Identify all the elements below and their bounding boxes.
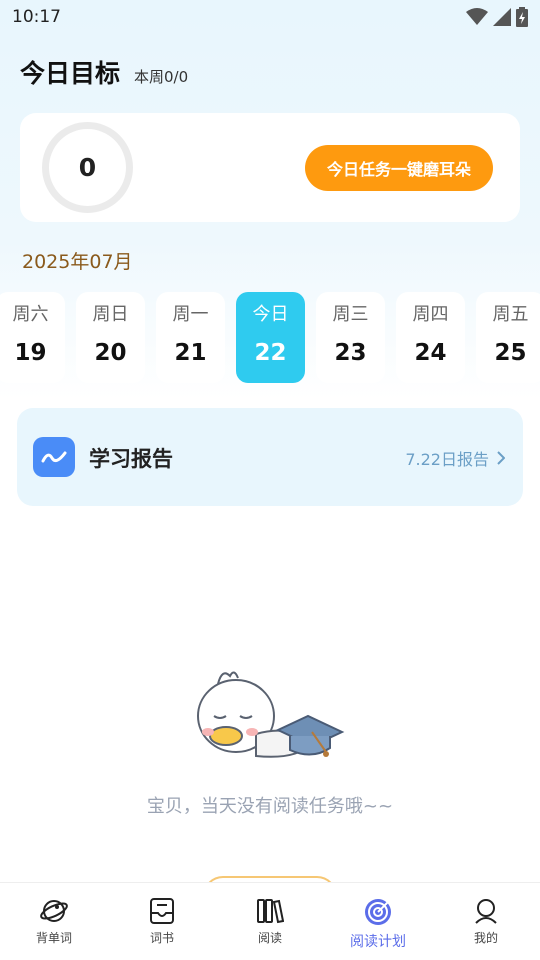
day-cell[interactable]: 周一 21 <box>156 292 225 383</box>
day-name: 周一 <box>172 304 209 325</box>
day-name: 周日 <box>92 304 129 325</box>
progress-count: 0 <box>78 153 97 182</box>
day-number: 23 <box>334 340 367 366</box>
report-link-label: 7.22日报告 <box>405 450 489 469</box>
report-title: 学习报告 <box>89 447 173 471</box>
battery-icon <box>516 7 528 27</box>
tab-label: 背单词 <box>35 931 72 945</box>
day-name: 周四 <box>412 304 449 325</box>
page-title: 今日目标 <box>20 59 121 88</box>
month-label: 2025年07月 <box>22 251 133 273</box>
day-name: 今日 <box>252 304 289 325</box>
tab-label: 词书 <box>149 931 174 945</box>
day-number: 21 <box>174 340 207 366</box>
empty-state-message: 宝贝，当天没有阅读任务哦~~ <box>146 796 394 817</box>
day-cell-today[interactable]: 今日 22 <box>236 292 305 383</box>
chart-trend-icon <box>33 437 75 477</box>
sleeping-duck-illustration <box>197 671 345 758</box>
day-name: 周六 <box>12 304 49 325</box>
goal-card: 0 今日任务一键磨耳朵 <box>20 113 520 222</box>
book-icon <box>150 898 174 924</box>
chevron-right-icon <box>497 451 505 465</box>
day-cell[interactable]: 周五 25 <box>476 292 540 383</box>
page-header: 今日目标 本周0/0 <box>20 54 188 90</box>
day-cell[interactable]: 周日 20 <box>76 292 145 383</box>
tab-wordbook[interactable]: 词书 <box>108 883 216 960</box>
status-bar: 10:17 <box>0 0 540 34</box>
status-icons <box>466 7 528 27</box>
tab-reading[interactable]: 阅读 <box>216 883 324 960</box>
tab-label: 我的 <box>473 931 498 945</box>
week-strip: 周六 19 周日 20 周一 21 今日 22 周三 23 周四 24 周五 2… <box>0 292 540 383</box>
report-link[interactable]: 7.22日报告 <box>405 446 505 470</box>
day-number: 22 <box>254 340 287 366</box>
week-progress: 本周0/0 <box>134 68 189 86</box>
day-number: 24 <box>414 340 447 366</box>
bottom-tab-bar: 背单词 词书 阅读 阅读计划 我的 <box>0 882 540 960</box>
day-number: 19 <box>14 340 47 366</box>
study-report-card[interactable]: 学习报告 7.22日报告 <box>17 408 523 506</box>
planet-icon <box>40 900 68 922</box>
day-cell[interactable]: 周三 23 <box>316 292 385 383</box>
target-icon <box>365 899 391 925</box>
bookshelf-icon <box>257 899 284 924</box>
signal-icon <box>493 8 511 26</box>
day-name: 周五 <box>492 304 529 325</box>
tab-vocabulary[interactable]: 背单词 <box>0 883 108 960</box>
listen-all-button[interactable]: 今日任务一键磨耳朵 <box>305 145 493 191</box>
status-time: 10:17 <box>12 7 61 27</box>
tab-label: 阅读 <box>257 931 282 945</box>
day-number: 25 <box>494 340 527 366</box>
day-name: 周三 <box>332 304 369 325</box>
tab-profile[interactable]: 我的 <box>432 883 540 960</box>
day-cell[interactable]: 周四 24 <box>396 292 465 383</box>
day-number: 20 <box>94 340 127 366</box>
wifi-icon <box>466 8 488 25</box>
profile-icon <box>475 899 497 924</box>
tab-reading-plan[interactable]: 阅读计划 <box>324 883 432 960</box>
tab-label: 阅读计划 <box>350 934 406 950</box>
day-cell[interactable]: 周六 19 <box>0 292 65 383</box>
progress-ring: 0 <box>42 122 133 213</box>
